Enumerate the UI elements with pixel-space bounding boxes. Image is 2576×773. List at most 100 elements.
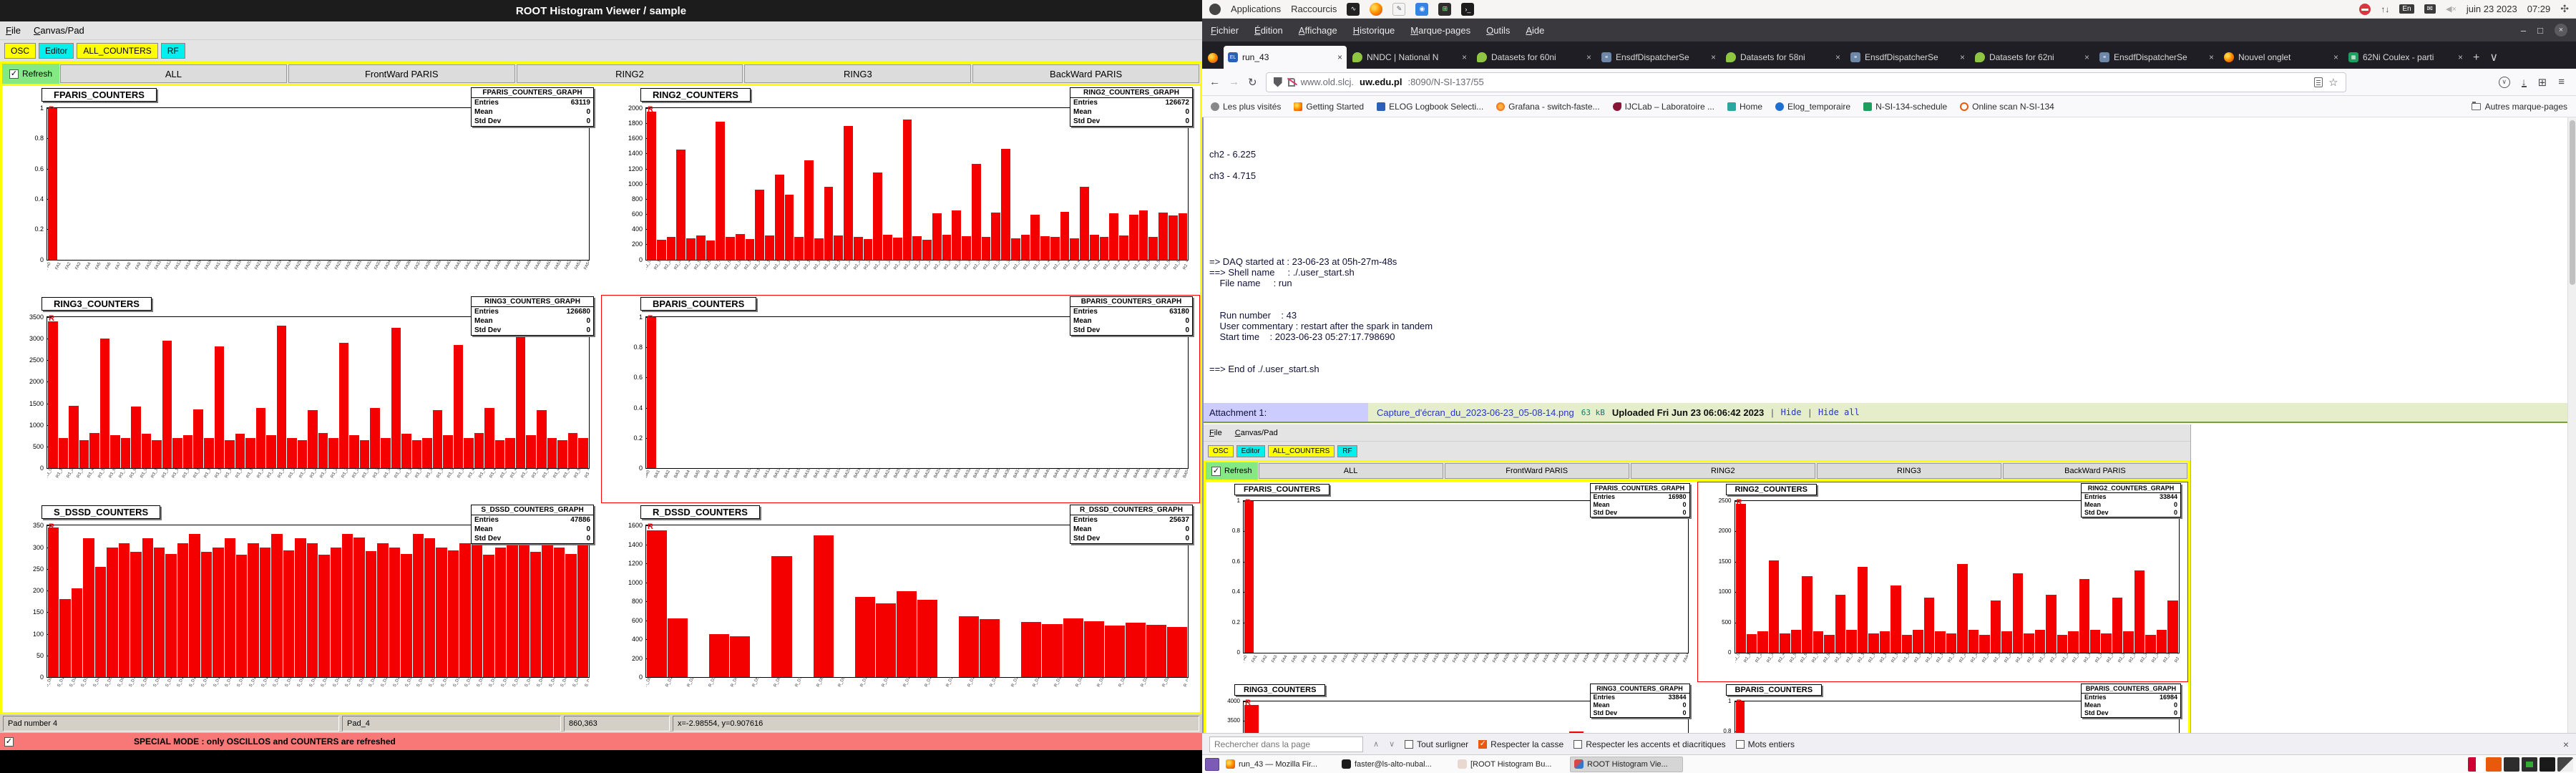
histogram-plot-r-dssd[interactable]: 16001400120010008006004002000RR_D0R_D1R_…: [645, 525, 1189, 678]
browser-tab-7[interactable]: ≡ EnsdfDispatcherSe ×: [2095, 46, 2218, 69]
tab-close-icon[interactable]: ×: [1960, 52, 1965, 62]
tray-icon-window-3[interactable]: [2540, 757, 2555, 772]
tab-close-icon[interactable]: ×: [2209, 52, 2214, 62]
reload-button[interactable]: ↻: [1248, 76, 1257, 89]
extensions-puzzle-icon[interactable]: ⊞: [2538, 76, 2547, 89]
tray-icon-window-1[interactable]: [2504, 757, 2519, 772]
bookmark-elog-temporaire[interactable]: Elog_temporaire: [1775, 102, 1850, 112]
find-input[interactable]: [1209, 736, 1363, 752]
find-next-icon[interactable]: ∨: [1389, 739, 1395, 749]
do-not-disturb-icon[interactable]: [2359, 4, 2371, 15]
find-option-highlight[interactable]: Tout surligner: [1405, 739, 1468, 749]
task-terminal[interactable]: faster@ls-alto-nubal...: [1338, 757, 1451, 772]
histogram-plot-s-dssd[interactable]: 350300250200150100500RS_D0S_D1S_D2S_D3S_…: [47, 525, 590, 678]
browser-tab-8[interactable]: Nouvel onglet ×: [2220, 46, 2343, 69]
keyboard-layout-badge[interactable]: En: [2399, 4, 2414, 14]
window-close-button[interactable]: ×: [2555, 24, 2567, 37]
tab-close-icon[interactable]: ×: [1586, 52, 1591, 62]
find-option-whole-words[interactable]: Mots entiers: [1736, 739, 1795, 749]
menu-outils[interactable]: Outils: [1486, 25, 1510, 36]
firefox-view-icon[interactable]: [1208, 53, 1218, 63]
bookmark-online-scan[interactable]: Online scan N-SI-134: [1960, 102, 2054, 112]
task-root-browser[interactable]: [ROOT Histogram Bu...: [1454, 757, 1567, 772]
clock-date[interactable]: juin 23 2023: [2467, 4, 2517, 14]
browser-tab-9[interactable]: ▦ 62Ni Coulex - parti ×: [2344, 46, 2467, 69]
pad-ring2[interactable]: RING2_COUNTERS RING2_COUNTERS_GRAPH Entr…: [601, 86, 1200, 295]
firefox-launcher-icon[interactable]: [1370, 3, 1382, 16]
all-counters-button[interactable]: ALL_COUNTERS: [77, 43, 157, 59]
pad-ring3[interactable]: RING3_COUNTERS RING3_COUNTERS_GRAPH Entr…: [2, 295, 601, 504]
refresh-toggle[interactable]: Refresh: [2, 64, 59, 84]
new-tab-button[interactable]: +: [2473, 52, 2479, 64]
settings-gear-icon[interactable]: ✣: [2560, 3, 2569, 15]
find-option-diacritics[interactable]: Respecter les accents et diacritiques: [1574, 739, 1725, 749]
find-previous-icon[interactable]: ∧: [1373, 739, 1379, 749]
tray-icon-app[interactable]: [2468, 757, 2484, 772]
browser-tab-5[interactable]: ≡ EnsdfDispatcherSe ×: [1846, 46, 1969, 69]
bookmark-elog-logbook[interactable]: ELOG Logbook Selecti...: [1377, 102, 1483, 112]
browser-tab-4[interactable]: Datasets for 58ni ×: [1722, 46, 1845, 69]
menu-marque-pages[interactable]: Marque-pages: [1410, 25, 1470, 36]
histogram-plot-ring2[interactable]: 2000180016001400120010008006004002000RR2…: [645, 107, 1189, 261]
terminal-launcher-icon[interactable]: ›_: [1461, 3, 1474, 16]
tab-close-icon[interactable]: ×: [2084, 52, 2089, 62]
bookmark-grafana[interactable]: Grafana - switch-faste...: [1496, 102, 1599, 112]
tray-icon-window-4[interactable]: [2557, 757, 2573, 772]
attachment-image-root-viewer[interactable]: File Canvas/Pad OSC Editor ALL_COUNTERS …: [1204, 424, 2191, 733]
pad-s-dssd[interactable]: S_DSSD_COUNTERS S_DSSD_COUNTERS_GRAPH En…: [2, 503, 601, 712]
find-close-icon[interactable]: ×: [2563, 739, 2569, 750]
menu-canvas-pad[interactable]: Canvas/Pad: [34, 25, 84, 36]
histogram-plot-fparis[interactable]: 10.80.60.40.20RFA0FA1FA2FA3FA4FA5FA6FA7F…: [47, 107, 590, 261]
scrollbar-thumb[interactable]: [2570, 120, 2575, 285]
browser-tab-1[interactable]: NNDC | National N ×: [1348, 46, 1471, 69]
special-mode-checkbox[interactable]: [4, 737, 14, 747]
pad-fparis[interactable]: FPARIS_COUNTERS FPARIS_COUNTERS_GRAPH En…: [2, 86, 601, 295]
menu-fichier[interactable]: Fichier: [1211, 25, 1239, 36]
tab-close-icon[interactable]: ×: [1835, 52, 1840, 62]
find-option-match-case[interactable]: Respecter la casse: [1478, 739, 1563, 749]
bookmark-ijclab[interactable]: IJCLab – Laboratoire ...: [1613, 102, 1714, 112]
task-root-viewer[interactable]: ROOT Histogram Vie...: [1570, 757, 1683, 772]
clock-time[interactable]: 07:29: [2527, 4, 2551, 14]
hide-all-link[interactable]: Hide all: [1818, 407, 1860, 417]
browser-tab-3[interactable]: ≡ EnsdfDispatcherSe ×: [1597, 46, 1720, 69]
distro-menu-icon[interactable]: [1209, 4, 1221, 15]
back-button[interactable]: ←: [1209, 76, 1220, 88]
insecure-lock-icon[interactable]: [1288, 78, 1295, 87]
menu-affichage[interactable]: Affichage: [1299, 25, 1337, 36]
tab-close-icon[interactable]: ×: [1337, 52, 1342, 62]
osc-button[interactable]: OSC: [4, 43, 36, 59]
histogram-plot-bparis[interactable]: 10.80.60.40.20RBA0BA1BA2BA3BA4BA5BA6BA7B…: [645, 316, 1189, 470]
tray-icon-firefox[interactable]: [2486, 757, 2502, 772]
menu-historique[interactable]: Historique: [1353, 25, 1395, 36]
attachment-filename-link[interactable]: Capture_d'écran_du_2023-06-23_05-08-14.p…: [1377, 407, 1574, 418]
pocket-icon[interactable]: ∨: [2499, 77, 2510, 88]
applications-menu[interactable]: Applications: [1231, 4, 1281, 14]
mail-icon[interactable]: ✉: [2424, 4, 2436, 14]
hide-link[interactable]: Hide: [1781, 407, 1802, 417]
window-titlebar[interactable]: ROOT Histogram Viewer / sample: [0, 0, 1202, 21]
browser-tab-2[interactable]: Datasets for 60ni ×: [1473, 46, 1596, 69]
reader-mode-icon[interactable]: [2314, 77, 2323, 87]
tracking-shield-icon[interactable]: [1274, 77, 1282, 87]
tab-all[interactable]: ALL: [60, 64, 287, 83]
tab-close-icon[interactable]: ×: [2333, 52, 2338, 62]
other-bookmarks-button[interactable]: Autres marque-pages: [2472, 102, 2567, 112]
bookmark-les-plus-visites[interactable]: Les plus visités: [1211, 102, 1281, 112]
task-firefox[interactable]: run_43 — Mozilla Fir...: [1222, 757, 1335, 772]
bookmark-getting-started[interactable]: Getting Started: [1294, 102, 1364, 112]
window-minimize-button[interactable]: –: [2521, 25, 2526, 36]
pad-bparis[interactable]: BPARIS_COUNTERS BPARIS_COUNTERS_GRAPH En…: [601, 295, 1200, 504]
tab-close-icon[interactable]: ×: [1462, 52, 1467, 62]
refresh-checkbox[interactable]: [9, 69, 19, 79]
forward-button[interactable]: →: [1229, 76, 1239, 88]
network-arrows-icon[interactable]: ↑↓: [2381, 4, 2389, 14]
hamburger-menu-icon[interactable]: ≡: [2558, 76, 2565, 88]
bookmark-home[interactable]: Home: [1727, 102, 1762, 112]
tab-ring2[interactable]: RING2: [517, 64, 743, 83]
menu-aide[interactable]: Aide: [1526, 25, 1544, 36]
tab-close-icon[interactable]: ×: [2458, 52, 2463, 62]
page-scrollbar[interactable]: [2567, 117, 2576, 733]
tab-frontward-paris[interactable]: FrontWard PARIS: [288, 64, 515, 83]
bookmark-star-icon[interactable]: ☆: [2328, 76, 2338, 89]
